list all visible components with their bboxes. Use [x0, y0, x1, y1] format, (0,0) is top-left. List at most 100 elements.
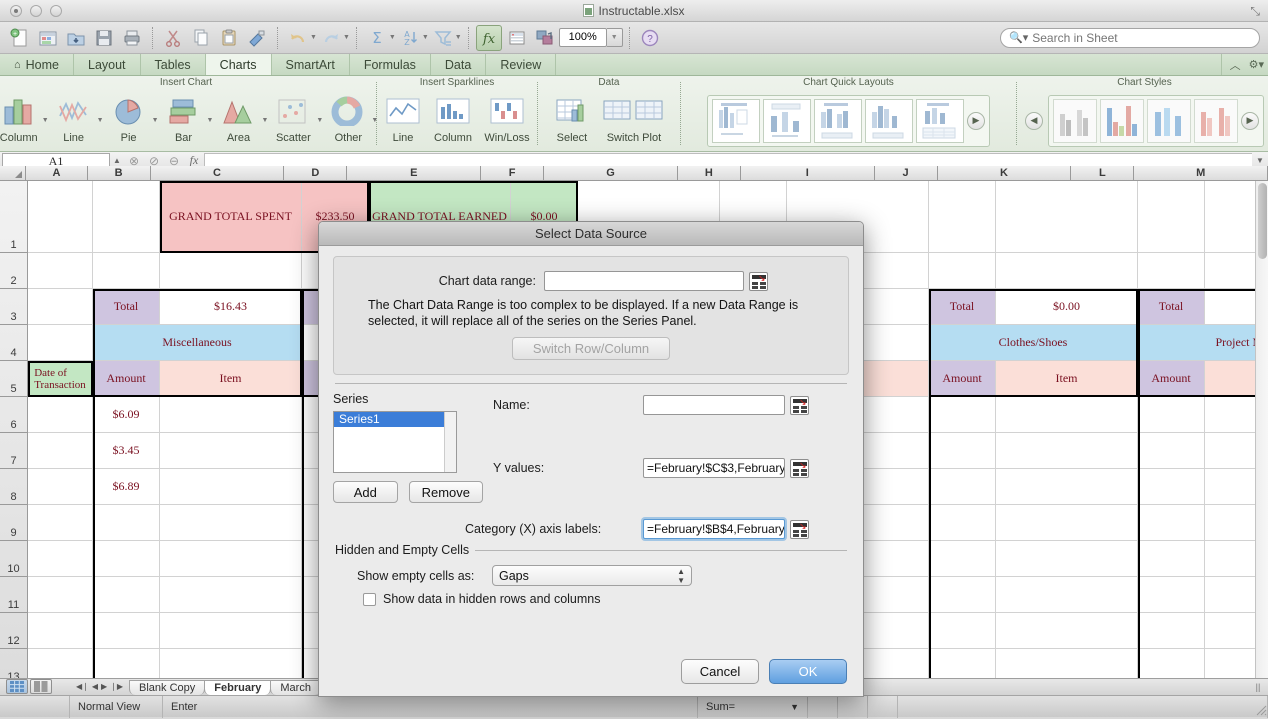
- save-icon[interactable]: [91, 25, 117, 51]
- grid-cell[interactable]: [160, 469, 302, 505]
- grid-cell[interactable]: [1138, 433, 1205, 469]
- scroll-grip-icon[interactable]: ||: [1251, 682, 1265, 695]
- grid-cell[interactable]: [160, 397, 302, 433]
- grid-cell[interactable]: [929, 505, 996, 541]
- y-values-input[interactable]: =February!$C$3,February!: [643, 458, 785, 478]
- chart-type-area[interactable]: Area: [213, 90, 263, 144]
- grid-cell[interactable]: [28, 181, 93, 253]
- quick-layout-gallery[interactable]: ▶: [706, 94, 990, 147]
- chart-style-3[interactable]: [1147, 98, 1191, 143]
- grid-cell[interactable]: [28, 289, 93, 325]
- search-box[interactable]: 🔍▾: [1000, 27, 1260, 48]
- autosum-icon[interactable]: Σ: [364, 25, 390, 51]
- cell-L3[interactable]: Total: [1138, 289, 1205, 325]
- zoom-input[interactable]: 100%: [558, 28, 607, 47]
- grid-cell[interactable]: [28, 649, 93, 678]
- column-header-A[interactable]: A: [26, 166, 88, 180]
- cell-K4[interactable]: Clothes/Shoes: [929, 325, 1138, 361]
- column-header-F[interactable]: F: [481, 166, 545, 180]
- grid-cell[interactable]: [160, 505, 302, 541]
- range-picker-icon[interactable]: ↘: [790, 395, 809, 415]
- cell-C5[interactable]: Item: [160, 361, 302, 397]
- tab-data[interactable]: Data: [431, 54, 487, 75]
- new-document-icon[interactable]: +: [7, 25, 33, 51]
- column-header-C[interactable]: C: [151, 166, 285, 180]
- nav-prev-icon[interactable]: ◀: [92, 682, 98, 691]
- column-header-M[interactable]: M: [1134, 166, 1268, 180]
- range-picker-icon[interactable]: ↘: [790, 458, 809, 478]
- copy-icon[interactable]: [188, 25, 214, 51]
- grid-cell[interactable]: [1138, 649, 1205, 678]
- sparkline-winloss[interactable]: Win/Loss: [478, 90, 536, 144]
- grid-cell[interactable]: [93, 541, 160, 577]
- sheet-tab-march[interactable]: March: [270, 680, 321, 695]
- grid-cell[interactable]: [996, 181, 1138, 253]
- row-header-13[interactable]: 13: [0, 649, 27, 678]
- column-header-G[interactable]: G: [544, 166, 678, 180]
- sort-dropdown-icon[interactable]: ▼: [422, 34, 429, 41]
- chart-style-2[interactable]: [1100, 98, 1144, 143]
- area-dropdown-icon[interactable]: ▼: [261, 117, 268, 124]
- pie-dropdown-icon[interactable]: ▼: [152, 117, 159, 124]
- formula-expand-icon[interactable]: ▼: [1252, 156, 1268, 165]
- category-axis-labels-input[interactable]: =February!$B$4,February!:: [643, 519, 785, 539]
- grid-cell[interactable]: [93, 253, 160, 289]
- grid-cell[interactable]: [28, 613, 93, 649]
- cell-K5[interactable]: Item: [996, 361, 1138, 397]
- row-header-8[interactable]: 8: [0, 469, 27, 505]
- show-hidden-data-checkbox[interactable]: [363, 592, 376, 606]
- chart-type-bar[interactable]: Bar: [159, 90, 209, 144]
- grid-cell[interactable]: [28, 397, 93, 433]
- grid-cell[interactable]: [28, 505, 93, 541]
- quick-layout-2[interactable]: [762, 98, 811, 143]
- column-header-I[interactable]: I: [741, 166, 875, 180]
- column-header-L[interactable]: L: [1071, 166, 1135, 180]
- grid-cell[interactable]: [929, 469, 996, 505]
- cell-M4[interactable]: Project Ma: [1138, 325, 1268, 361]
- grid-cell[interactable]: [160, 613, 302, 649]
- chart-type-line[interactable]: Line: [49, 90, 99, 144]
- tab-formulas[interactable]: Formulas: [350, 54, 431, 75]
- series-list-item[interactable]: Series1: [334, 412, 456, 427]
- toolbox-icon[interactable]: [504, 25, 530, 51]
- grid-cell[interactable]: [929, 577, 996, 613]
- row-header-4[interactable]: 4: [0, 325, 27, 361]
- row-header-3[interactable]: 3: [0, 289, 27, 325]
- grid-cell[interactable]: [28, 433, 93, 469]
- grid-cell[interactable]: [28, 469, 93, 505]
- chevron-down-icon[interactable]: ▼: [790, 702, 799, 712]
- cell-L5[interactable]: Amount: [1138, 361, 1205, 397]
- row-header-12[interactable]: 12: [0, 613, 27, 649]
- undo-dropdown-icon[interactable]: ▼: [310, 34, 317, 41]
- column-header-H[interactable]: H: [678, 166, 741, 180]
- tab-review[interactable]: Review: [486, 54, 557, 75]
- cell-A5[interactable]: Date of Transaction: [28, 361, 93, 397]
- filter-icon[interactable]: [430, 25, 456, 51]
- chart-data-range-input[interactable]: [544, 271, 744, 291]
- grid-cell[interactable]: [1138, 469, 1205, 505]
- column-header-B[interactable]: B: [88, 166, 151, 180]
- row-header-5[interactable]: 5: [0, 361, 27, 397]
- chart-type-scatter[interactable]: Scatter: [268, 90, 318, 144]
- show-empty-cells-select[interactable]: Gaps ▲ ▼: [492, 565, 692, 586]
- row-header-11[interactable]: 11: [0, 577, 27, 613]
- grid-cell[interactable]: [1138, 613, 1205, 649]
- autosum-dropdown-icon[interactable]: ▼: [389, 34, 396, 41]
- grid-cell[interactable]: [1138, 397, 1205, 433]
- grid-cell[interactable]: [996, 253, 1138, 289]
- grid-cell[interactable]: [1138, 541, 1205, 577]
- row-header-1[interactable]: 1: [0, 181, 27, 253]
- select-all-corner[interactable]: [0, 166, 27, 180]
- grid-cell[interactable]: [1138, 505, 1205, 541]
- tab-smartart[interactable]: SmartArt: [272, 54, 350, 75]
- tab-layout[interactable]: Layout: [74, 54, 141, 75]
- open-folder-icon[interactable]: [63, 25, 89, 51]
- grid-cell[interactable]: [996, 433, 1138, 469]
- grid-cell[interactable]: [28, 577, 93, 613]
- stepper-icon[interactable]: ▲ ▼: [677, 567, 685, 585]
- range-picker-icon[interactable]: ↘: [749, 271, 768, 291]
- sheet-tab-february[interactable]: February: [204, 680, 272, 695]
- row-header-7[interactable]: 7: [0, 433, 27, 469]
- chart-type-pie[interactable]: Pie: [104, 90, 154, 144]
- grid-cell[interactable]: [160, 541, 302, 577]
